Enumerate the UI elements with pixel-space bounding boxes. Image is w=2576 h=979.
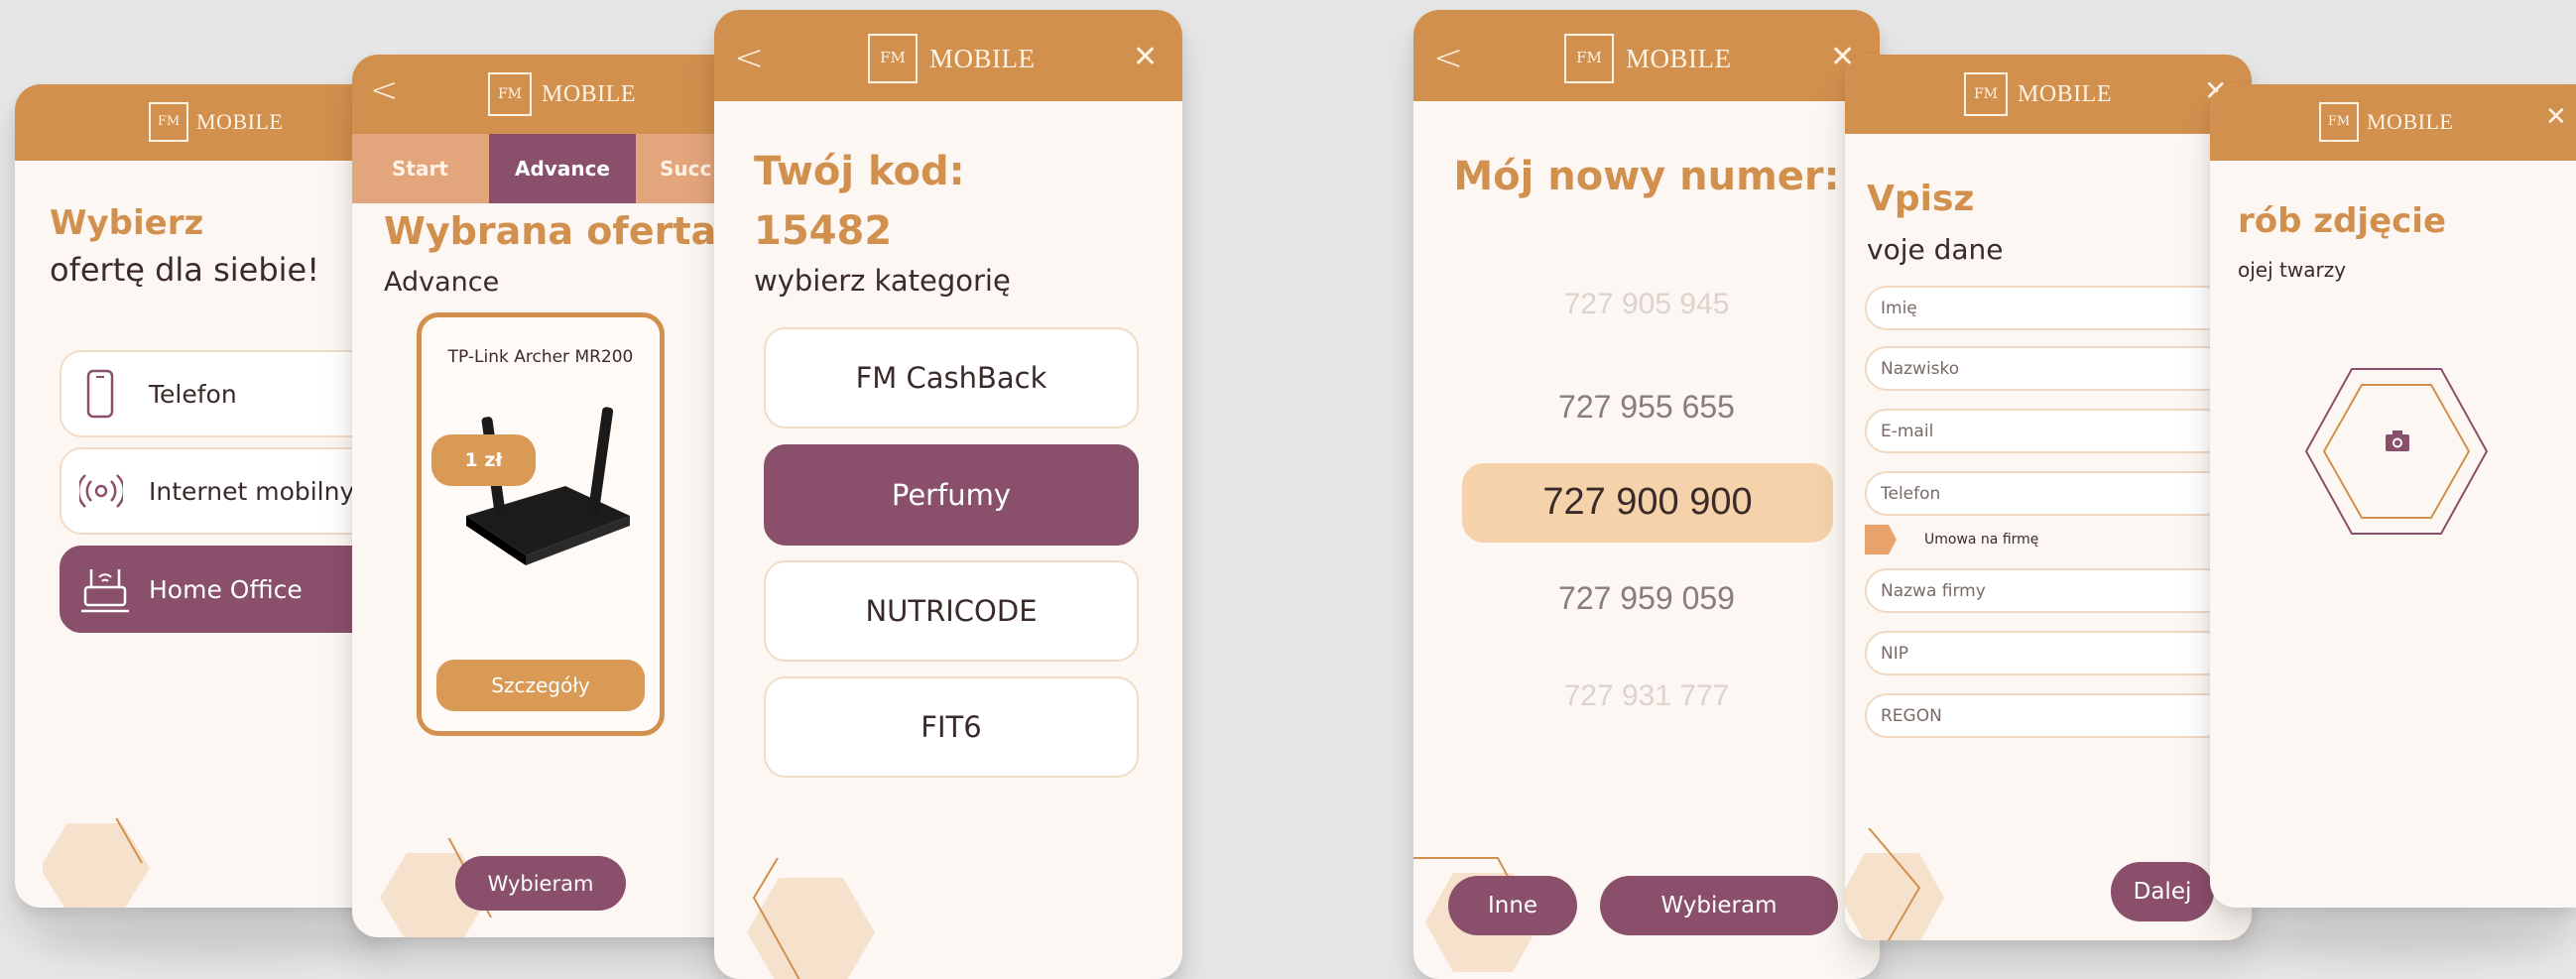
logo-text: MOBILE [2018, 80, 2112, 107]
page-title: Vpisz [1867, 179, 1975, 219]
phone-icon [86, 369, 114, 419]
logo-mark: FM [488, 72, 532, 116]
page-title: Twój kod: [754, 149, 965, 194]
logo-text: MOBILE [542, 80, 636, 107]
product-name: TP-Link Archer MR200 [447, 347, 634, 367]
number-option[interactable]: 727 931 777 [1413, 679, 1880, 713]
brand-logo: FM MOBILE [149, 102, 283, 142]
showcase-scene: FM MOBILE Wybierz ofertę dla siebie! Tel… [0, 0, 2576, 979]
card-shadow [40, 922, 397, 962]
page-subtitle: ofertę dla siebie! [50, 251, 320, 289]
brand-logo: FM MOBILE [1564, 34, 1732, 83]
page-title: Wybrana oferta: [384, 209, 732, 253]
option-home-office[interactable]: Home Office [60, 546, 392, 633]
camera-icon[interactable] [2384, 429, 2411, 453]
category-nutricode[interactable]: NUTRICODE [764, 560, 1139, 662]
screen-selected-offer: < FM MOBILE Start Advance Succ Wybrana o… [352, 55, 749, 937]
screen-code-category: < FM MOBILE ✕ Twój kod: 15482 wybierz ka… [714, 10, 1182, 979]
logo-mark: FM [149, 102, 188, 142]
promo-code: 15482 [754, 208, 893, 254]
screen-take-photo: FM MOBILE ✕ rób zdjęcie ojej twarzy [2210, 84, 2576, 908]
category-fit6[interactable]: FIT6 [764, 676, 1139, 778]
router-icon [81, 569, 129, 613]
email-field[interactable]: E-mail [1865, 409, 2228, 453]
offer-name: Advance [384, 267, 500, 298]
back-button[interactable]: < [370, 70, 399, 110]
page-subtitle: wybierz kategorię [754, 264, 1011, 298]
screen-offer-choice: FM MOBILE Wybierz ofertę dla siebie! Tel… [15, 84, 392, 908]
choose-button[interactable]: Wybieram [1600, 876, 1838, 935]
app-header: FM MOBILE ✕ [1845, 55, 2252, 134]
screen-new-number: < FM MOBILE ✕ Mój nowy numer: 727 905 94… [1413, 10, 1880, 979]
app-header: FM MOBILE [15, 84, 392, 161]
number-option[interactable]: 727 905 945 [1413, 288, 1880, 321]
number-option-selected[interactable]: 727 900 900 [1462, 463, 1833, 543]
tab-start[interactable]: Start [352, 134, 489, 203]
phone-field[interactable]: Telefon [1865, 471, 2228, 516]
app-header: < FM MOBILE ✕ [1413, 10, 1880, 101]
selected-number: 727 900 900 [1542, 481, 1753, 523]
company-name-field[interactable]: Nazwa firmy [1865, 568, 2228, 613]
next-button[interactable]: Dalej [2111, 862, 2214, 921]
tab-advance[interactable]: Advance [489, 134, 636, 203]
tab-success[interactable]: Succ [660, 134, 711, 203]
broadcast-icon [79, 474, 123, 508]
company-toggle[interactable] [1865, 525, 1899, 554]
decorative-hexagon [747, 858, 875, 979]
other-button[interactable]: Inne [1448, 876, 1577, 935]
option-label: Home Office [149, 574, 303, 604]
category-perfumy[interactable]: Perfumy [764, 444, 1139, 546]
nip-field[interactable]: NIP [1865, 631, 2228, 675]
brand-logo: FM MOBILE [2319, 102, 2453, 142]
app-header: < FM MOBILE [352, 55, 749, 134]
option-label: Internet mobilny [149, 476, 355, 506]
logo-text: MOBILE [2367, 109, 2454, 134]
app-header: < FM MOBILE ✕ [714, 10, 1182, 101]
first-name-field[interactable]: Imię [1865, 286, 2228, 330]
progress-tabs: Start Advance Succ [352, 134, 749, 203]
product-card[interactable]: TP-Link Archer MR200 1 zł Szczegóły [417, 312, 665, 736]
regon-field[interactable]: REGON [1865, 693, 2228, 738]
screen-personal-data: FM MOBILE ✕ Vpisz voje dane Imię Nazwisk… [1845, 55, 2252, 940]
choose-button[interactable]: Wybieram [455, 856, 626, 911]
company-toggle-label: Umowa na firmę [1924, 532, 2039, 548]
details-button[interactable]: Szczegóły [436, 660, 645, 711]
app-header: FM MOBILE ✕ [2210, 84, 2576, 161]
decorative-hexagon [43, 818, 150, 908]
logo-text: MOBILE [196, 109, 284, 134]
logo-mark: FM [1964, 72, 2008, 116]
page-title: rób zdjęcie [2238, 201, 2447, 241]
option-label: Telefon [149, 379, 237, 409]
back-button[interactable]: < [1433, 38, 1463, 78]
page-title: Wybierz [50, 203, 204, 243]
decorative-hexagon [1845, 828, 1944, 940]
close-button[interactable]: ✕ [1133, 40, 1158, 74]
card-shadow [2232, 922, 2559, 962]
logo-text: MOBILE [929, 43, 1036, 73]
router-product-image [466, 407, 630, 565]
brand-logo: FM MOBILE [488, 72, 636, 116]
page-subtitle: voje dane [1867, 233, 2004, 266]
category-cashback[interactable]: FM CashBack [764, 327, 1139, 428]
number-option[interactable]: 727 955 655 [1413, 389, 1880, 426]
page-subtitle: ojej twarzy [2238, 258, 2347, 282]
logo-mark: FM [2319, 102, 2359, 142]
price-badge: 1 zł [431, 434, 536, 486]
option-telefon[interactable]: Telefon [60, 350, 392, 437]
logo-mark: FM [1564, 34, 1614, 83]
number-option[interactable]: 727 959 059 [1413, 580, 1880, 617]
logo-text: MOBILE [1626, 43, 1732, 73]
back-button[interactable]: < [734, 38, 764, 78]
option-internet[interactable]: Internet mobilny [60, 447, 392, 535]
brand-logo: FM MOBILE [868, 34, 1036, 83]
page-title: Mój nowy numer: [1453, 154, 1840, 199]
logo-mark: FM [868, 34, 918, 83]
last-name-field[interactable]: Nazwisko [1865, 346, 2228, 391]
brand-logo: FM MOBILE [1964, 72, 2112, 116]
close-button[interactable]: ✕ [2545, 102, 2567, 132]
